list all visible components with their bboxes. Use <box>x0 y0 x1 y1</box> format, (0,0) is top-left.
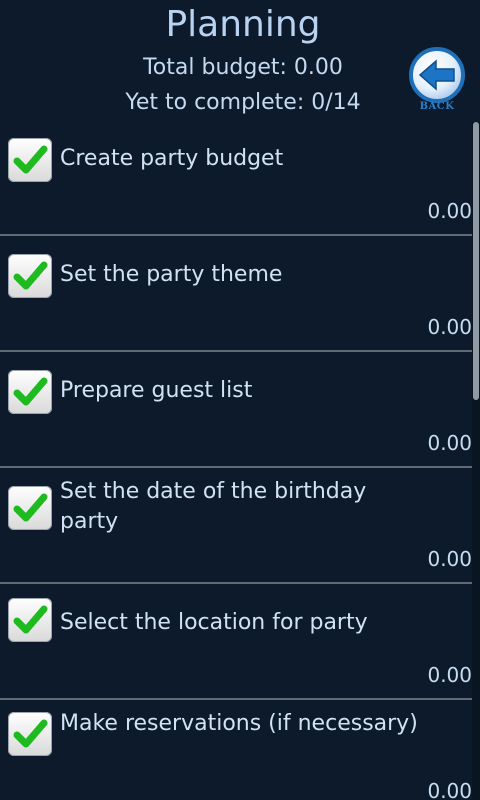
page-title: Planning <box>165 4 321 45</box>
task-checkbox[interactable] <box>8 254 52 298</box>
task-item[interactable]: Set the party theme 0.00 <box>0 236 472 352</box>
task-amount: 0.00 <box>427 779 472 800</box>
task-checkbox[interactable] <box>8 370 52 414</box>
task-label: Set the party theme <box>60 262 283 287</box>
task-amount: 0.00 <box>427 431 472 455</box>
checkmark-icon <box>13 377 48 406</box>
task-checkbox[interactable] <box>8 712 52 756</box>
scrollbar-thumb[interactable] <box>473 122 479 400</box>
task-amount: 0.00 <box>427 199 472 223</box>
task-item[interactable]: Prepare guest list 0.00 <box>0 352 472 468</box>
left-arrow-icon <box>409 47 465 103</box>
task-item[interactable]: Set the date of the birthday party 0.00 <box>0 468 472 584</box>
task-amount: 0.00 <box>427 315 472 339</box>
task-amount: 0.00 <box>427 663 472 687</box>
header: Planning Total budget: 0.00 Yet to compl… <box>0 0 480 124</box>
scrollbar[interactable] <box>472 122 480 800</box>
task-list: Create party budget 0.00 Set the party t… <box>0 120 472 800</box>
checkmark-icon <box>13 605 48 634</box>
task-checkbox[interactable] <box>8 138 52 182</box>
task-label: Select the location for party <box>60 610 368 635</box>
task-checkbox[interactable] <box>8 486 52 530</box>
task-label: Make reservations (if necessary) <box>60 711 418 736</box>
task-amount: 0.00 <box>427 547 472 571</box>
task-item[interactable]: Make reservations (if necessary) 0.00 <box>0 700 472 800</box>
task-label: Create party budget <box>60 146 284 171</box>
back-label: BACK <box>419 101 455 112</box>
task-item[interactable]: Create party budget 0.00 <box>0 120 472 236</box>
checkmark-icon <box>13 493 48 522</box>
task-checkbox[interactable] <box>8 598 52 642</box>
checkmark-icon <box>13 261 48 290</box>
task-item[interactable]: Select the location for party 0.00 <box>0 584 472 700</box>
task-label: Set the date of the birthday party <box>60 479 367 534</box>
task-label: Prepare guest list <box>60 378 253 403</box>
checkmark-icon <box>13 145 48 174</box>
back-button[interactable]: BACK <box>408 46 466 114</box>
checkmark-icon <box>13 719 48 748</box>
